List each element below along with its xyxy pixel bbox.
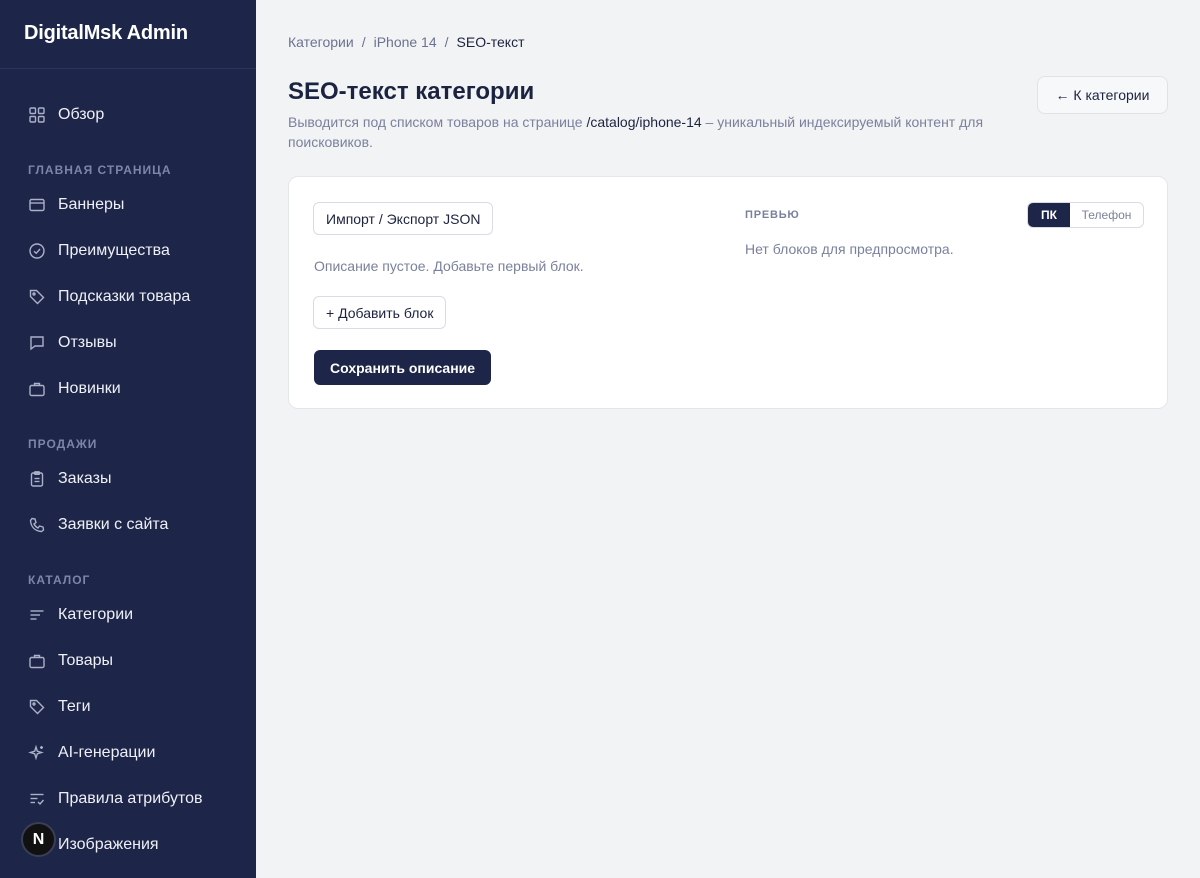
- breadcrumb-link-category[interactable]: iPhone 14: [374, 34, 437, 50]
- breadcrumb-link-categories[interactable]: Категории: [288, 34, 354, 50]
- sidebar-item-categories[interactable]: Категории: [28, 600, 133, 630]
- check-circle-icon: [28, 242, 46, 260]
- sidebar-item-overview[interactable]: Обзор: [28, 100, 104, 130]
- sparkle-icon: [28, 744, 46, 762]
- subtitle-text: Выводится под списком товаров на страниц…: [288, 114, 587, 130]
- chat-icon: [28, 334, 46, 352]
- sidebar-item-label: Баннеры: [58, 196, 125, 213]
- section-title-sales: ПРОДАЖИ: [28, 437, 98, 451]
- clipboard-icon: [28, 470, 46, 488]
- sidebar-item-label: Новинки: [58, 380, 121, 397]
- empty-description-text: Описание пустое. Добавьте первый блок.: [314, 258, 584, 274]
- breadcrumb-separator: /: [444, 34, 449, 50]
- back-to-category-button[interactable]: ← К категории: [1037, 76, 1168, 114]
- section-title-catalog: КАТАЛОГ: [28, 573, 91, 587]
- sidebar-item-site-requests[interactable]: Заявки с сайта: [28, 510, 168, 540]
- sidebar-item-banners[interactable]: Баннеры: [28, 190, 124, 220]
- sidebar-item-label: Изображения: [58, 836, 159, 853]
- briefcase-icon: [28, 380, 46, 398]
- preview-mode-desktop[interactable]: ПК: [1028, 203, 1070, 227]
- sidebar-item-label: Товары: [58, 652, 114, 669]
- tag-icon: [28, 288, 46, 306]
- briefcase-icon: [28, 652, 46, 670]
- sidebar-item-label: Заказы: [58, 470, 112, 487]
- avatar[interactable]: N: [21, 822, 56, 857]
- preview-mode-phone[interactable]: Телефон: [1070, 203, 1143, 227]
- phone-icon: [28, 516, 46, 534]
- brand-title: DigitalMsk Admin: [0, 0, 256, 69]
- sidebar-item-tags[interactable]: Теги: [28, 692, 91, 722]
- breadcrumb-current: SEO-текст: [456, 34, 525, 50]
- sidebar-item-label: Теги: [58, 698, 91, 715]
- list-icon: [28, 606, 46, 624]
- page-title: SEO-текст категории: [288, 78, 535, 105]
- grid-icon: [28, 106, 46, 124]
- sidebar-item-label: Правила атрибутов: [58, 790, 203, 807]
- catalog-path: /catalog/iphone-14: [586, 114, 702, 130]
- sidebar-item-label: Категории: [58, 606, 134, 623]
- page-subtitle: Выводится под списком товаров на страниц…: [288, 112, 1018, 152]
- sidebar-item-label: Обзор: [58, 106, 105, 123]
- sidebar-item-label: Подсказки товара: [58, 288, 191, 305]
- sidebar-item-label: Преимущества: [58, 242, 170, 259]
- banner-icon: [28, 196, 46, 214]
- import-export-json-button[interactable]: Импорт / Экспорт JSON: [313, 202, 494, 235]
- sidebar-item-advantages[interactable]: Преимущества: [28, 236, 170, 266]
- sidebar-item-ai-generations[interactable]: AI-генерации: [28, 738, 155, 768]
- checklist-icon: [28, 790, 46, 808]
- preview-mode-toggle: ПК Телефон: [1027, 202, 1144, 228]
- sidebar-item-label: AI-генерации: [58, 744, 156, 761]
- breadcrumb: Категории / iPhone 14 / SEO-текст: [288, 34, 525, 50]
- sidebar-item-products[interactable]: Товары: [28, 646, 113, 676]
- sidebar-item-new-arrivals[interactable]: Новинки: [28, 374, 121, 404]
- seo-editor-card: Импорт / Экспорт JSON Описание пустое. Д…: [288, 176, 1168, 409]
- sidebar-item-orders[interactable]: Заказы: [28, 464, 111, 494]
- add-block-button[interactable]: + Добавить блок: [313, 296, 447, 329]
- preview-label: ПРЕВЬЮ: [745, 209, 800, 221]
- save-description-button[interactable]: Сохранить описание: [314, 350, 492, 385]
- sidebar-item-attribute-rules[interactable]: Правила атрибутов: [28, 784, 202, 814]
- tag-icon: [28, 698, 46, 716]
- preview-empty-text: Нет блоков для предпросмотра.: [745, 241, 954, 257]
- sidebar-item-label: Отзывы: [58, 334, 117, 351]
- sidebar: DigitalMsk Admin Обзор ГЛАВНАЯ СТРАНИЦА …: [0, 0, 256, 878]
- sidebar-item-product-hints[interactable]: Подсказки товара: [28, 282, 190, 312]
- section-title-main: ГЛАВНАЯ СТРАНИЦА: [28, 163, 172, 177]
- sidebar-item-reviews[interactable]: Отзывы: [28, 328, 117, 358]
- breadcrumb-separator: /: [361, 34, 366, 50]
- sidebar-item-label: Заявки с сайта: [58, 516, 169, 533]
